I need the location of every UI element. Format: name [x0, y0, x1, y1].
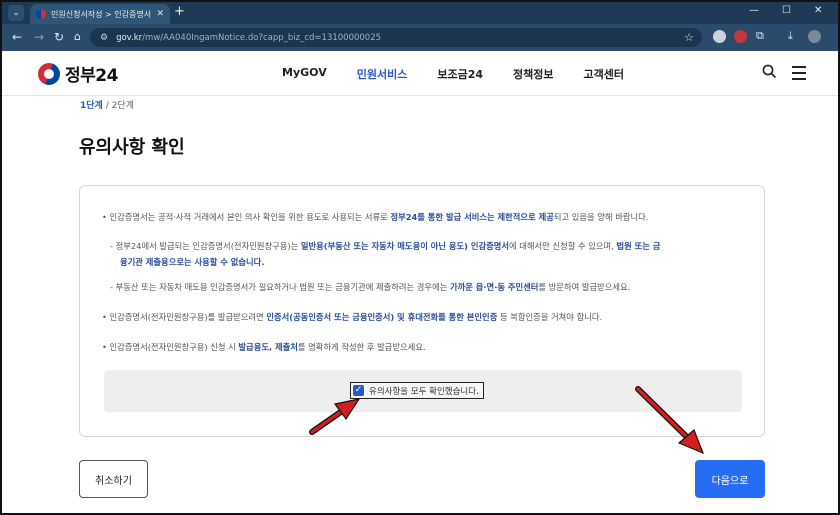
- logo-text: 정부24: [65, 66, 118, 86]
- confirm-label[interactable]: 유의사항을 모두 확인했습니다.: [369, 385, 479, 397]
- step-indicator: 1단계 / 2단계: [80, 101, 134, 111]
- notice-item: • 인감증명서(전자민원창구용)를 발급받으려면 인증서(공동인증서 또는 금융…: [102, 312, 603, 322]
- extensions-puzzle-icon[interactable]: ⧉: [756, 29, 764, 43]
- site-logo[interactable]: 정부24: [38, 61, 118, 86]
- next-step: 2단계: [111, 101, 134, 111]
- close-window-button[interactable]: ✕: [814, 5, 822, 16]
- download-icon[interactable]: ⤓: [788, 29, 793, 43]
- site-header: 정부24 MyGOV 민원서비스 보조금24 정책정보 고객센터: [2, 51, 838, 96]
- search-icon[interactable]: [762, 64, 777, 79]
- tab-search-icon[interactable]: ⌄: [8, 5, 24, 21]
- screenshot-frame: ⌄ 민원신청서작성 > 인감증명서 ✕ + — ☐ ✕ ← → ↻ ⌂ ⚙ go…: [0, 0, 840, 515]
- browser-toolbar: ← → ↻ ⌂ ⚙ gov.kr/mw/AA040IngamNotice.do?…: [2, 24, 838, 51]
- notice-subitem: - 정부24에서 발급되는 인감증명서(전자민원창구용)는 일반용(부동산 또는…: [110, 241, 661, 251]
- main-nav: MyGOV 민원서비스 보조금24 정책정보 고객센터: [282, 66, 654, 82]
- next-button[interactable]: 다음으로: [695, 460, 765, 498]
- checkmark-icon[interactable]: ✓: [353, 385, 364, 396]
- maximize-button[interactable]: ☐: [782, 5, 791, 16]
- notice-subitem: - 부동산 또는 자동차 매도용 인감증명서가 필요하거나 법원 또는 금융기관…: [110, 282, 631, 292]
- minimize-button[interactable]: —: [749, 5, 759, 16]
- taegeuk-logo-icon: [38, 62, 60, 85]
- extension-icon[interactable]: [713, 30, 726, 43]
- home-icon[interactable]: ⌂: [74, 30, 81, 43]
- back-icon[interactable]: ←: [12, 30, 22, 44]
- browser-tab-bar: ⌄ 민원신청서작성 > 인감증명서 ✕ + — ☐ ✕: [2, 2, 838, 24]
- notice-box: • 인감증명서는 공적·사적 거래에서 본인 의사 확인을 위한 용도로 사용되…: [79, 185, 765, 437]
- notice-item: • 인감증명서(전자민원창구용) 신청 시 발급용도, 제출처를 명확하게 작성…: [102, 342, 426, 352]
- nav-item-subsidy[interactable]: 보조금24: [437, 66, 483, 82]
- nav-item-policy[interactable]: 정책정보: [513, 66, 553, 82]
- gov-favicon-icon: [36, 9, 46, 19]
- nav-item-support[interactable]: 고객센터: [583, 66, 623, 82]
- address-bar[interactable]: ⚙ gov.kr/mw/AA040IngamNotice.do?capp_biz…: [90, 28, 702, 47]
- profile-avatar[interactable]: [808, 30, 821, 43]
- tab-close-icon[interactable]: ✕: [156, 9, 164, 19]
- current-step: 1단계: [80, 101, 103, 111]
- reload-icon[interactable]: ↻: [54, 30, 64, 44]
- site-info-icon[interactable]: ⚙: [100, 33, 108, 43]
- confirm-checkbox[interactable]: ✓ 유의사항을 모두 확인했습니다.: [350, 382, 484, 399]
- extension-red-icon[interactable]: [734, 30, 747, 43]
- nav-item-civil-service[interactable]: 민원서비스: [357, 66, 408, 82]
- notice-item: • 인감증명서는 공적·사적 거래에서 본인 의사 확인을 위한 용도로 사용되…: [102, 212, 649, 222]
- forward-icon[interactable]: →: [34, 30, 44, 44]
- hamburger-menu-icon[interactable]: [792, 66, 806, 84]
- confirm-area: ✓ 유의사항을 모두 확인했습니다.: [104, 370, 742, 412]
- notice-subitem-cont: 융기관 제출용으로는 사용할 수 없습니다.: [120, 257, 265, 267]
- tab-title: 민원신청서작성 > 인감증명서: [51, 9, 152, 19]
- page-title: 유의사항 확인: [79, 137, 185, 158]
- bookmark-star-icon[interactable]: ☆: [684, 31, 694, 44]
- new-tab-button[interactable]: +: [174, 4, 185, 19]
- browser-tab[interactable]: 민원신청서작성 > 인감증명서 ✕: [30, 4, 170, 24]
- nav-item-mygov[interactable]: MyGOV: [282, 66, 327, 82]
- cancel-button[interactable]: 취소하기: [79, 460, 148, 498]
- url-text: gov.kr/mw/AA040IngamNotice.do?capp_biz_c…: [116, 32, 382, 43]
